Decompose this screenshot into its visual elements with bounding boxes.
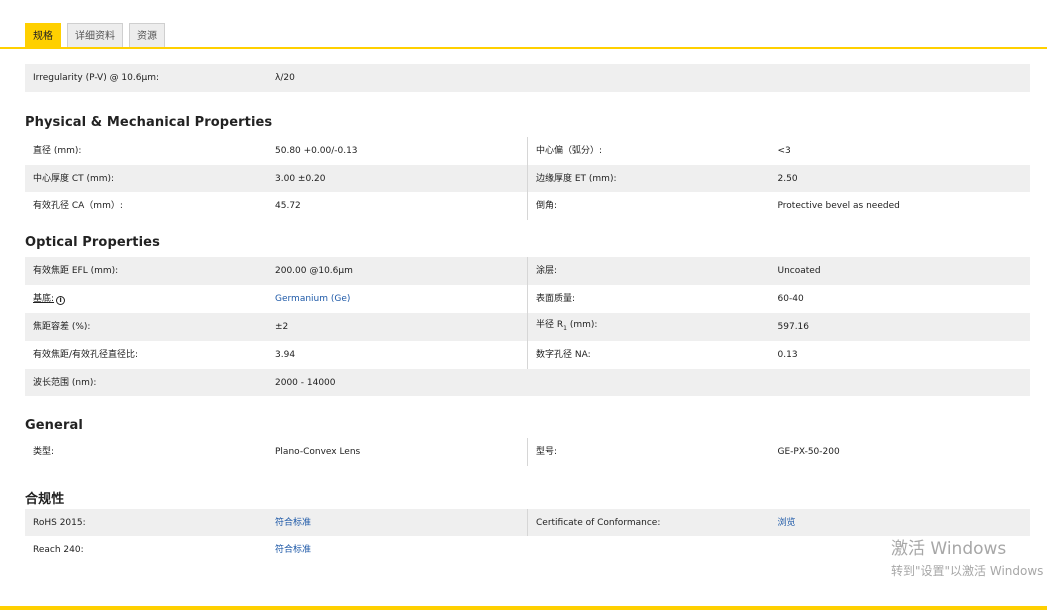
table-row: 有效焦距/有效孔径直径比: 3.94 数字孔径 NA: 0.13 — [25, 341, 1030, 369]
table-row: 类型: Plano-Convex Lens 型号: GE-PX-50-200 — [25, 438, 1030, 466]
spec-value: 2000 - 14000 — [275, 377, 336, 388]
tab-resources[interactable]: 资源 — [129, 23, 165, 48]
spec-value: Plano-Convex Lens — [275, 447, 361, 457]
table-row: 基底: i Germanium (Ge) 表面质量: 60-40 — [25, 285, 1030, 313]
spec-label: 型号: — [536, 447, 558, 457]
substrate-label-text: 基底: — [33, 294, 55, 304]
windows-activation-watermark: 激活 Windows 转到"设置"以激活 Windows — [891, 538, 1047, 580]
spec-label-radius: 半径 R1 (mm): — [528, 319, 778, 335]
table-row: Reach 240: 符合标准 — [25, 536, 1030, 563]
tab-details[interactable]: 详细资料 — [67, 23, 123, 48]
spec-value: 60-40 — [777, 294, 804, 304]
info-icon[interactable]: i — [56, 296, 66, 305]
table-row: 焦距容差 (%): ±2 半径 R1 (mm): 597.16 — [25, 313, 1030, 341]
spec-value: ±2 — [275, 322, 289, 332]
spec-label: Irregularity (P-V) @ 10.6μm: — [33, 73, 159, 83]
spec-value: 597.16 — [777, 322, 810, 332]
spec-label: 中心厚度 CT (mm): — [33, 173, 115, 184]
spec-label: 涂层: — [536, 266, 558, 276]
spec-label: Reach 240: — [33, 544, 84, 555]
section-title-physical: Physical & Mechanical Properties — [25, 115, 273, 130]
spec-label: 边缘厚度 ET (mm): — [536, 173, 617, 184]
section-title-general: General — [25, 418, 83, 433]
spec-content: Irregularity (P-V) @ 10.6μm: λ/20 Physic… — [25, 64, 1030, 563]
spec-value: Protective bevel as needed — [777, 201, 900, 211]
spec-value: 50.80 +0.00/-0.13 — [275, 146, 358, 156]
spec-table-physical: 直径 (mm): 50.80 +0.00/-0.13 中心偏（弧分）: <3 中心厚… — [25, 137, 1030, 220]
spec-value: 3.00 ±0.20 — [275, 173, 326, 184]
substrate-link[interactable]: Germanium (Ge) — [275, 293, 527, 305]
spec-value: 45.72 — [275, 201, 301, 211]
spec-label: 中心偏（弧分）: — [536, 146, 603, 156]
tab-underline — [0, 47, 1047, 49]
spec-label: 数字孔径 NA: — [536, 350, 591, 360]
spec-table-compliance: RoHS 2015: 符合标准 Certificate of Conformanc… — [25, 509, 1030, 563]
spec-value: GE-PX-50-200 — [777, 447, 840, 457]
spec-label: 直径 (mm): — [33, 146, 82, 156]
spec-label: 表面质量: — [536, 294, 576, 304]
spec-label: RoHS 2015: — [33, 517, 86, 528]
spec-label: Certificate of Conformance: — [536, 517, 661, 528]
watermark-subtitle: 转到"设置"以激活 Windows — [891, 564, 1044, 578]
rohs-compliant-link[interactable]: 符合标准 — [275, 517, 527, 529]
spec-table-optical: 有效焦距 EFL (mm): 200.00 @10.6μm 涂层: Uncoated… — [25, 257, 1030, 396]
table-row: 直径 (mm): 50.80 +0.00/-0.13 中心偏（弧分）: <3 — [25, 137, 1030, 165]
section-title-compliance: 合规性 — [25, 492, 65, 507]
spec-label: 倒角: — [536, 201, 558, 211]
spec-label-substrate: 基底: i — [25, 293, 275, 305]
spec-label: 有效孔径 CA（mm）: — [33, 201, 123, 211]
table-row: 波长范围 (nm): 2000 - 14000 — [25, 369, 1030, 396]
spec-value: <3 — [777, 146, 791, 156]
spec-label: 有效焦距 EFL (mm): — [33, 266, 119, 276]
spec-label: 类型: — [33, 447, 55, 457]
spec-value: λ/20 — [275, 73, 295, 83]
reach-compliant-link[interactable]: 符合标准 — [275, 544, 527, 556]
spec-value: Uncoated — [777, 266, 821, 276]
tab-bar: 规格 详细资料 资源 — [25, 23, 165, 48]
table-row: Irregularity (P-V) @ 10.6μm: λ/20 — [25, 64, 1030, 92]
table-row: 有效孔径 CA（mm）: 45.72 倒角: Protective bevel as… — [25, 192, 1030, 220]
watermark-title: 激活 Windows — [891, 539, 1007, 559]
certificate-view-link[interactable]: 浏览 — [778, 517, 1029, 529]
spec-value: 3.94 — [275, 350, 296, 360]
tab-specifications[interactable]: 规格 — [25, 23, 61, 48]
table-row: RoHS 2015: 符合标准 Certificate of Conformanc… — [25, 509, 1030, 536]
radius-label-unit: (mm): — [566, 320, 598, 331]
table-row: 有效焦距 EFL (mm): 200.00 @10.6μm 涂层: Uncoated — [25, 257, 1030, 285]
footer-accent-line — [0, 606, 1047, 610]
section-title-optical: Optical Properties — [25, 235, 160, 250]
spec-value: 0.13 — [777, 350, 798, 360]
radius-label-text: 半径 R — [536, 320, 564, 331]
spec-value: 200.00 @10.6μm — [275, 266, 353, 276]
spec-label: 波长范围 (nm): — [33, 377, 97, 388]
spec-label: 焦距容差 (%): — [33, 322, 91, 332]
spec-value: 2.50 — [777, 173, 798, 184]
spec-table-top: Irregularity (P-V) @ 10.6μm: λ/20 — [25, 64, 1030, 92]
spec-label: 有效焦距/有效孔径直径比: — [33, 350, 139, 360]
spec-table-general: 类型: Plano-Convex Lens 型号: GE-PX-50-200 — [25, 438, 1030, 466]
table-row: 中心厚度 CT (mm): 3.00 ±0.20 边缘厚度 ET (mm): 2.5… — [25, 165, 1030, 192]
